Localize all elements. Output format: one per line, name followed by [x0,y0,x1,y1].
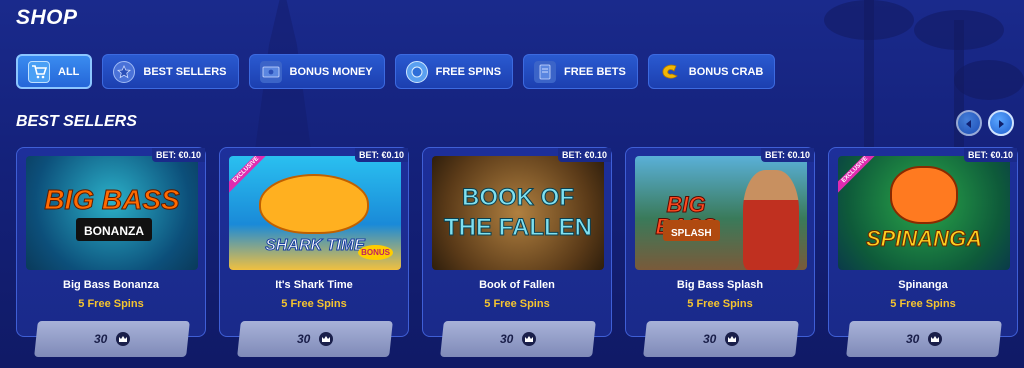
crown-coin-icon [927,332,942,346]
game-name: It's Shark Time [275,279,353,291]
game-name: Big Bass Splash [676,279,764,291]
chevron-right-icon [996,114,1006,133]
game-thumbnail: BIG BASS BONANZA [26,156,198,270]
offer-text: 5 Free Spins [484,298,550,310]
price-label: 30 [906,332,920,346]
product-card[interactable]: SPINANGA EXCLUSIVE BET: €0.10 Spinanga 5… [828,147,1018,357]
game-thumbnail: BIG BASS SPLASH [635,156,807,270]
product-carousel: BIG BASS BONANZA BET: €0.10 Big Bass Bon… [16,147,1018,357]
shark-graphic [259,174,369,234]
price-label: 30 [94,332,108,346]
bet-badge: BET: €0.10 [557,148,611,162]
offer-text: 5 Free Spins [687,298,753,310]
filter-label: BEST SELLERS [143,65,227,78]
cart-icon [28,60,50,83]
carousel-next-button[interactable] [988,110,1014,136]
bet-badge: BET: €0.10 [963,148,1017,162]
offer-text: 5 Free Spins [78,298,144,310]
thumbnail-title: BIG BASS [44,184,180,215]
thumbnail-subtitle: SPLASH [663,220,720,241]
thumbnail-badge: BONUS [358,245,393,260]
ticket-icon [534,60,557,83]
game-name: Spinanga [898,279,948,291]
crown-coin-icon [318,332,333,346]
bet-badge: BET: €0.10 [760,148,814,162]
buy-button[interactable]: 30 [846,321,1002,357]
offer-text: 5 Free Spins [281,298,347,310]
bet-badge: BET: €0.10 [151,148,205,162]
price-label: 30 [703,332,717,346]
game-thumbnail: SPINANGA EXCLUSIVE [838,156,1010,270]
filter-label: FREE BETS [564,65,626,78]
fisherman-graphic [743,170,799,270]
game-thumbnail: BOOK OF THE FALLEN [432,156,604,270]
filter-all-button[interactable]: ALL [16,54,93,89]
game-name: Big Bass Bonanza [63,279,159,291]
section-title: BEST SELLERS [16,113,137,130]
buy-button[interactable]: 30 [440,321,596,357]
filter-bonus-crab-button[interactable]: BONUS CRAB [647,54,776,89]
money-icon [259,60,282,83]
price-label: 30 [500,332,514,346]
game-thumbnail: SHARK TIME BONUS EXCLUSIVE [229,156,401,270]
filter-bar: ALL BEST SELLERS BONUS MONEY FREE SPINS … [16,54,776,89]
product-card[interactable]: BIG BASS SPLASH BET: €0.10 Big Bass Spla… [625,147,815,357]
filter-free-spins-button[interactable]: FREE SPINS [394,54,514,89]
game-name: Book of Fallen [479,279,555,291]
thumbnail-title: BOOK OF [462,184,575,211]
spin-coin-icon [405,60,428,83]
star-icon [113,60,136,83]
filter-free-bets-button[interactable]: FREE BETS [523,54,638,89]
carousel-nav [956,110,1014,136]
filter-label: BONUS CRAB [688,65,764,78]
filter-label: BONUS MONEY [289,65,373,78]
thumbnail-title: SPINANGA [865,226,983,251]
page-title: SHOP [16,6,78,29]
price-label: 30 [297,332,311,346]
buy-button[interactable]: 30 [237,321,393,357]
thumbnail-subtitle: THE FALLEN [444,214,593,241]
offer-text: 5 Free Spins [890,298,956,310]
crown-coin-icon [521,332,536,346]
carousel-prev-button[interactable] [956,110,982,136]
bet-badge: BET: €0.10 [354,148,408,162]
crown-coin-icon [724,332,739,346]
crab-claw-icon [659,61,681,83]
product-card[interactable]: SHARK TIME BONUS EXCLUSIVE BET: €0.10 It… [219,147,409,357]
filter-label: ALL [58,65,80,78]
tiger-graphic [890,166,958,224]
filter-bonus-money-button[interactable]: BONUS MONEY [248,54,385,89]
crown-coin-icon [115,332,130,346]
filter-best-sellers-button[interactable]: BEST SELLERS [102,54,239,89]
filter-label: FREE SPINS [435,65,502,78]
buy-button[interactable]: 30 [643,321,799,357]
chevron-left-icon [964,114,974,133]
exclusive-ribbon: EXCLUSIVE [838,156,880,195]
thumbnail-subtitle: BONANZA [76,218,152,241]
product-card[interactable]: BOOK OF THE FALLEN BET: €0.10 Book of Fa… [422,147,612,357]
buy-button[interactable]: 30 [34,321,190,357]
product-card[interactable]: BIG BASS BONANZA BET: €0.10 Big Bass Bon… [16,147,206,357]
